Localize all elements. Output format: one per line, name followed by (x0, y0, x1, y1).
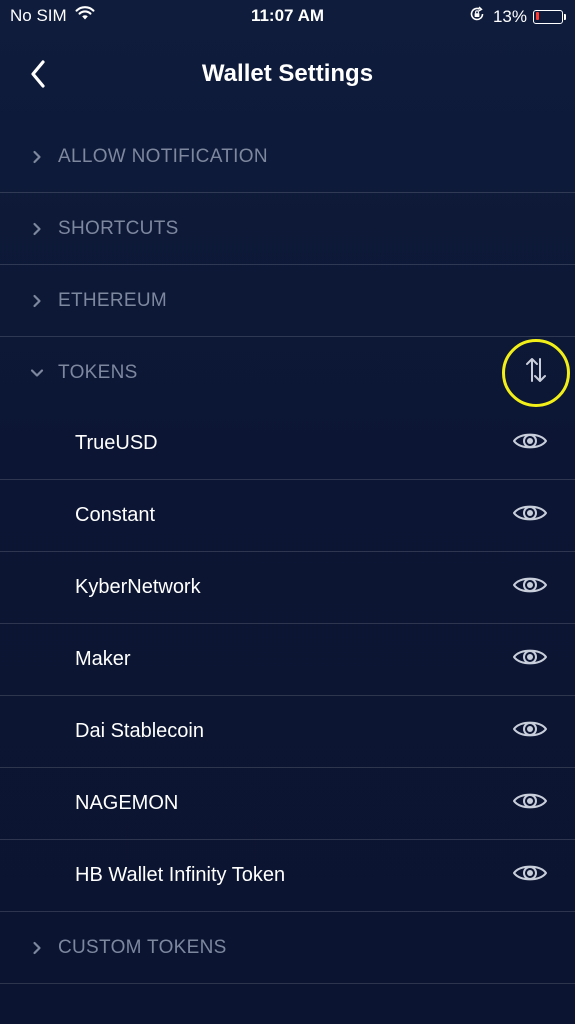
visibility-toggle-button[interactable] (511, 430, 549, 458)
token-name: NAGEMON (75, 792, 179, 814)
token-row[interactable]: NAGEMON (0, 768, 575, 840)
visibility-toggle-button[interactable] (511, 646, 549, 674)
section-ethereum[interactable]: ETHEREUM (0, 265, 575, 337)
section-label: TOKENS (58, 361, 138, 383)
rotation-lock-icon (469, 6, 485, 27)
section-label: ETHEREUM (58, 289, 168, 311)
token-row[interactable]: Maker (0, 624, 575, 696)
visibility-toggle-button[interactable] (511, 502, 549, 530)
chevron-right-icon (30, 294, 44, 308)
section-custom-tokens[interactable]: CUSTOM TOKENS (0, 912, 575, 984)
eye-icon (512, 574, 548, 601)
visibility-toggle-button[interactable] (511, 790, 549, 818)
section-allow-notification[interactable]: ALLOW NOTIFICATION (0, 121, 575, 193)
section-label: SHORTCUTS (58, 217, 179, 239)
token-name: KyberNetwork (75, 576, 201, 598)
eye-icon (512, 502, 548, 529)
token-row[interactable]: HB Wallet Infinity Token (0, 840, 575, 912)
visibility-toggle-button[interactable] (511, 718, 549, 746)
section-shortcuts[interactable]: SHORTCUTS (0, 193, 575, 265)
eye-icon (512, 646, 548, 673)
token-row[interactable]: TrueUSD (0, 408, 575, 480)
token-row[interactable]: Constant (0, 480, 575, 552)
token-name: TrueUSD (75, 432, 158, 454)
section-label: CUSTOM TOKENS (58, 936, 227, 958)
visibility-toggle-button[interactable] (511, 574, 549, 602)
token-row[interactable]: KyberNetwork (0, 552, 575, 624)
token-list: TrueUSD Constant KyberNetwork Maker Dai Stab… (0, 408, 575, 912)
status-bar: No SIM 11:07 AM 13% (0, 0, 575, 34)
eye-icon (512, 790, 548, 817)
token-name: HB Wallet Infinity Token (75, 864, 286, 886)
token-name: Dai Stablecoin (75, 720, 204, 742)
page-title: Wallet Settings (201, 60, 374, 87)
chevron-right-icon (30, 941, 44, 955)
sort-arrows-icon (524, 356, 548, 389)
chevron-down-icon (30, 366, 44, 380)
chevron-right-icon (30, 150, 44, 164)
eye-icon (512, 430, 548, 457)
eye-icon (512, 862, 548, 889)
visibility-toggle-button[interactable] (511, 862, 549, 890)
battery-icon (533, 9, 566, 24)
token-name: Constant (75, 504, 156, 526)
token-name: Maker (75, 648, 131, 670)
section-label: ALLOW NOTIFICATION (58, 145, 268, 167)
sort-tokens-button[interactable] (502, 338, 570, 407)
settings-list: ALLOW NOTIFICATION SHORTCUTS ETHEREUM TO… (0, 121, 575, 984)
status-right: 13% (469, 6, 566, 27)
section-tokens[interactable]: TOKENS (0, 337, 575, 408)
eye-icon (512, 718, 548, 745)
battery-level-fill (535, 12, 539, 20)
token-row[interactable]: Dai Stablecoin (0, 696, 575, 768)
chevron-right-icon (30, 222, 44, 236)
nav-bar: Wallet Settings (0, 44, 575, 106)
battery-percent: 13% (492, 6, 527, 26)
